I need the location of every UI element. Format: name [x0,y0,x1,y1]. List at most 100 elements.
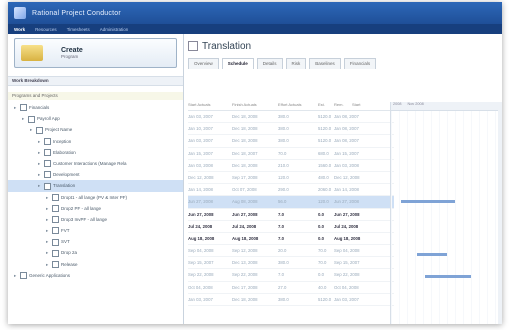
tree-node-label: Customer Interactions (Manage Rela [53,160,127,166]
tree-node-label: Drop 2a [61,250,78,256]
tree-node-label: Drop3 InvPF - all lange [61,216,108,222]
table-cell: Aug 18, 2008 [188,235,215,241]
table-cell: Jul 24, 2008 [232,223,257,229]
tree-node[interactable]: ▸ Elaboration [8,147,183,158]
table-row[interactable]: Dec 12, 2008 Sep 17, 2008 120.0 480.0 Dec 12… [188,172,394,185]
table-row[interactable]: Sep 22, 2008 Sep 22, 2008 7.0 0.0 Sep 22, 20… [188,269,394,282]
item-icon [20,272,27,280]
table-cell: 70.0 [318,248,327,254]
table-row[interactable]: Jun 27, 2008 Aug 08, 2008 56.0 120.0 Jun 27,… [188,196,394,209]
table-row[interactable]: Jan 14, 2008 Oct 07, 2008 290.0 2060.0 Jan 1… [188,184,394,197]
table-row[interactable]: Jan 10, 2007 Dec 18, 2008 380.0 5120.0 Jan 0… [188,123,394,136]
gantt-chart[interactable]: 2008 Nov 2008 [390,102,502,324]
table-cell: 0.0 [318,272,324,278]
tab-baselines[interactable]: Baselines [309,58,341,69]
table-cell: Dec 12, 2008 [188,174,214,180]
col-start[interactable]: Start [352,102,394,110]
programs-projects-heading: Programs and Projects [8,92,183,100]
tree-node[interactable]: ▸ Dropt1 - all lange (PV & Inter PF) [8,192,183,203]
tree-node[interactable]: ▸ Project Name [8,124,183,135]
item-icon [28,115,35,123]
table-cell: Dec 18, 2008 [232,138,258,144]
col-rem[interactable]: Rem. [334,102,352,110]
table-row[interactable]: Aug 18, 2008 Aug 18, 2008 7.0 0.0 Aug 18, 20… [188,233,394,246]
tree-node[interactable]: ▸ Release [8,259,183,270]
table-row[interactable]: Oct 04, 2008 Dec 17, 2008 27.0 40.0 Oct 04, … [188,282,394,294]
table-row[interactable]: Jan 03, 2007 Dec 18, 2008 380.0 5120.0 Jan 0… [188,135,394,148]
tree-node[interactable]: ▸ Financials [8,102,183,113]
menu-item-timesheets[interactable]: Timesheets [67,27,90,32]
tree-node[interactable]: ▸ Drop3 InvPF - all lange [8,214,183,225]
table-row[interactable]: Jan 03, 2007 Dec 18, 2008 380.0 5120.0 Jan 0… [188,294,394,306]
table-cell: Jan 03, 2007 [188,138,213,144]
project-tree: ▸ Financials ▸ Payroll App ▸ Project Name ▸ Inc… [8,102,183,281]
menu-item-administration[interactable]: Administration [100,27,129,32]
table-cell: 120.0 [278,174,289,180]
table-row[interactable]: Jan 03, 2007 Dec 18, 2008 380.0 5120.0 Jan 0… [188,111,394,124]
tree-node[interactable]: ▸ FVT [8,225,183,236]
table-cell: Dec 18, 2008 [232,296,258,302]
table-row[interactable]: Sep 04, 2008 Sep 12, 2008 20.0 70.0 Sep 04, … [188,245,394,258]
table-cell: Dec 17, 2008 [232,284,258,290]
table-cell: 0.0 [318,235,324,241]
table-cell: Jan 08, 2007 [334,114,359,119]
table-cell: 7.0 [278,211,284,217]
tree-node[interactable]: ▸ Customer Interactions (Manage Rela [8,158,183,169]
tree-node[interactable]: ▸ Payroll App [8,113,183,124]
gantt-bar [417,253,447,256]
table-cell: 210.0 [278,162,289,168]
tree-node[interactable]: ▸ Inception [8,136,183,147]
tree-node[interactable]: ▸ Translation [8,180,183,192]
menu-item-resources[interactable]: Resources [35,27,57,32]
tree-node[interactable]: ▸ Drop2 PF - all lange [8,203,183,214]
tab-financials[interactable]: Financials [343,58,377,69]
table-cell: Jun 27, 2008 [232,211,258,217]
table-cell: Jun 27, 2008 [188,211,214,217]
table-cell: 120.0 [318,199,329,205]
menu-item-work[interactable]: Work [14,27,25,32]
col-effort-actuals[interactable]: Effort Actuals [278,102,318,110]
tab-overview[interactable]: Overview [188,58,219,69]
table-row[interactable]: Jul 24, 2008 Jul 24, 2008 7.0 0.0 Jul 24, 20… [188,221,394,233]
tab-schedule[interactable]: Schedule [221,58,254,69]
table-cell: Jun 27, 2008 [334,199,359,205]
gantt-bar [425,275,471,278]
table-cell: Sep 04, 2008 [188,248,214,254]
tree-node[interactable]: ▸ Generic Applications [8,270,183,281]
table-cell: 380.0 [278,138,289,144]
table-row[interactable]: Sep 15, 2007 Dec 13, 2008 380.0 70.0 Sep 15,… [188,257,394,270]
tree-node[interactable]: ▸ SVT [8,236,183,247]
tree-node[interactable]: ▸ Development [8,169,183,180]
table-cell: Oct 04, 2008 [334,284,359,290]
col-start-actuals[interactable]: Start Actuals [188,102,232,110]
table-row[interactable]: Jun 27, 2008 Jun 27, 2008 7.0 0.0 Jun 27, 20… [188,209,394,221]
table-cell: Jan 14, 2008 [188,187,213,193]
item-icon [44,160,51,168]
grid-rows: Jan 03, 2007 Dec 18, 2008 380.0 5120.0 Jan 0… [188,111,394,306]
table-row[interactable]: Jan 15, 2007 Dec 18, 2007 70.0 680.0 Jan 15,… [188,148,394,160]
table-cell: 7.0 [278,235,284,241]
vertical-scrollbar[interactable] [498,102,502,324]
table-cell: Jan 08, 2007 [334,138,359,144]
table-cell: Jan 15, 2007 [188,150,213,156]
table-cell: 56.0 [278,199,287,205]
tree-node-label: Elaboration [53,149,76,155]
col-est[interactable]: Est. [318,102,334,110]
create-program-button[interactable]: Create Program [14,38,177,68]
schedule-grid: Start Actuals Finish Actuals Effort Actu… [188,102,394,306]
col-finish-actuals[interactable]: Finish Actuals [232,102,278,110]
page-title: Translation [202,40,252,52]
create-text: Create Program [61,47,83,59]
item-icon [44,182,51,190]
table-cell: 0.0 [318,211,324,217]
table-cell: 70.0 [278,150,287,156]
app-logo-icon [14,7,26,19]
table-cell: Dec 18, 2008 [232,114,258,119]
table-cell: 7.0 [278,272,284,278]
work-breakdown-heading: Work Breakdown [8,76,183,86]
tree-node[interactable]: ▸ Drop 2a [8,247,183,258]
tab-risk[interactable]: Risk [285,58,307,69]
tab-details[interactable]: Details [256,58,283,69]
table-cell: Aug 08, 2008 [232,199,258,205]
table-row[interactable]: Jan 03, 2008 Dec 18, 2008 210.0 1560.0 Jan 0… [188,160,394,172]
